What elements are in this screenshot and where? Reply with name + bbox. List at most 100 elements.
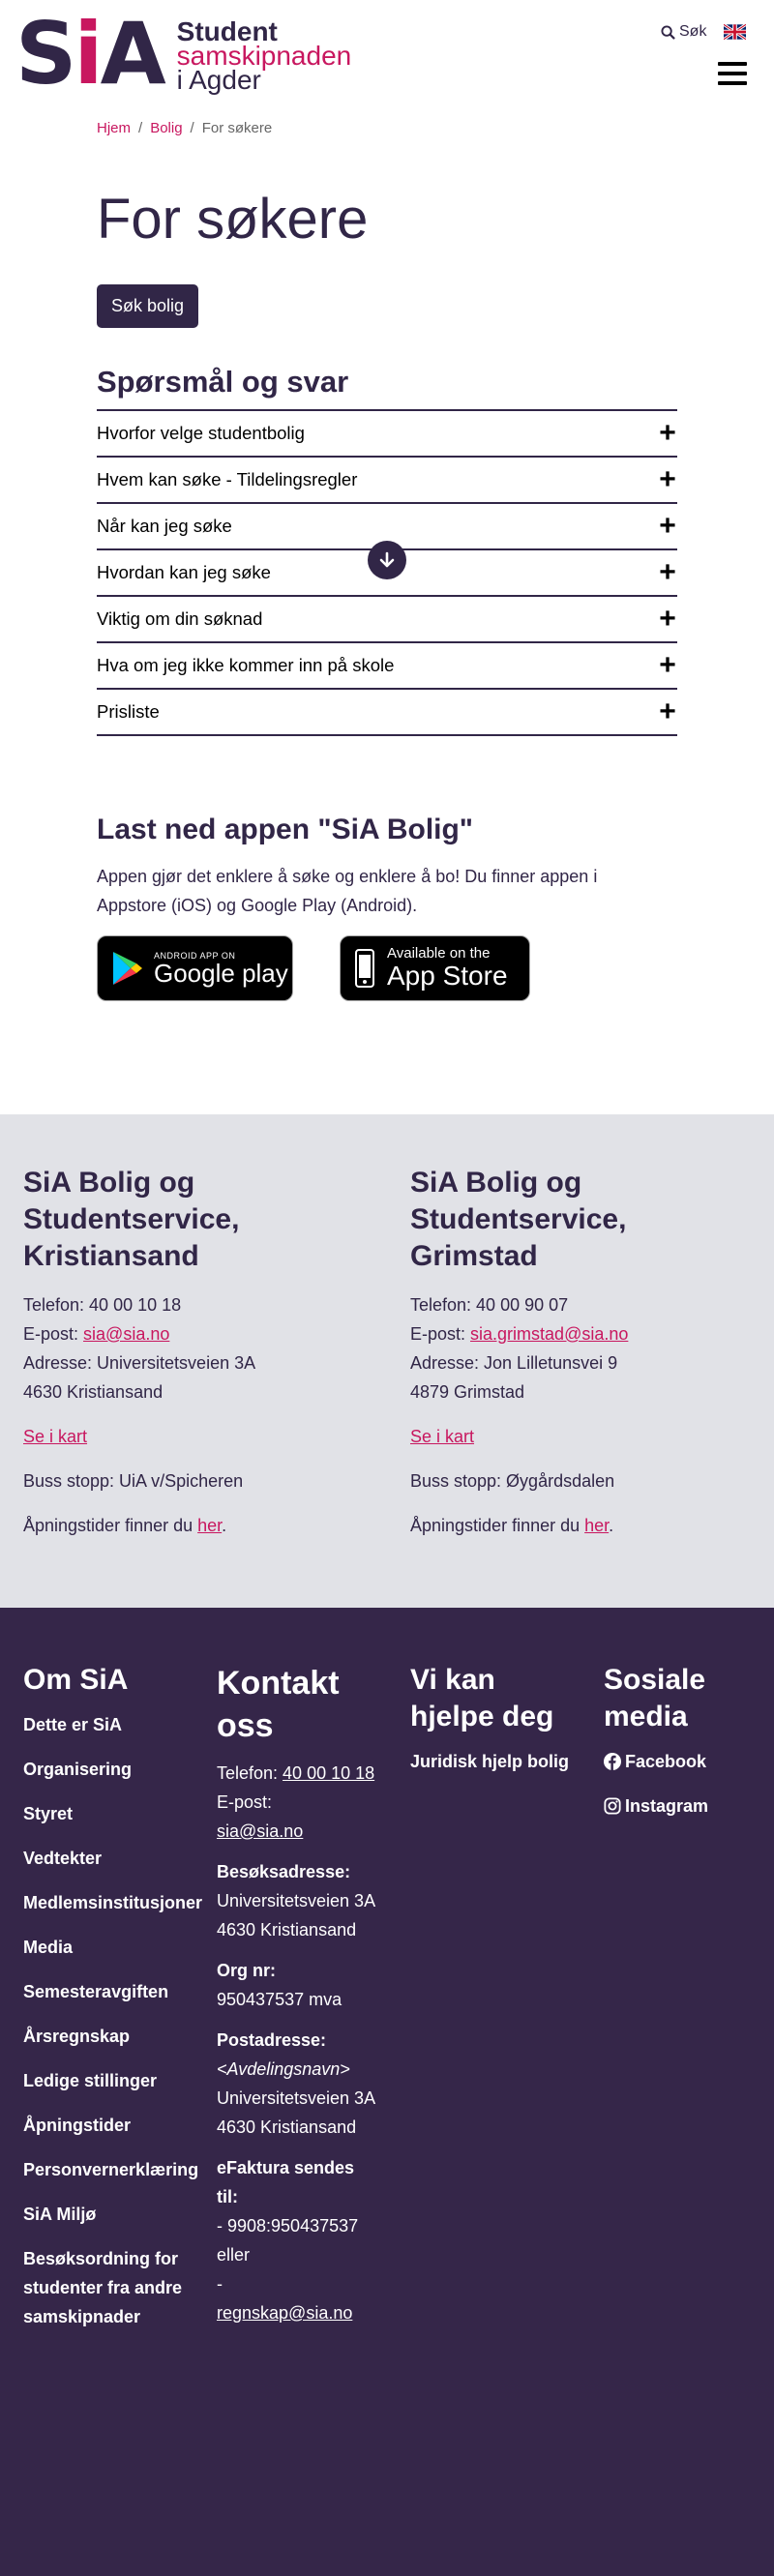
faq-item-label: Hvorfor velge studentbolig (97, 423, 305, 443)
footer-email-link[interactable]: sia@sia.no (217, 1821, 303, 1841)
hours-end: . (222, 1516, 227, 1535)
app-section-title: Last ned appen "SiA Bolig" (97, 814, 474, 845)
office-postal: 4879 Grimstad (410, 1382, 525, 1402)
office-email-link[interactable]: sia@sia.no (83, 1324, 169, 1344)
faq-item-label: Hvordan kan jeg søke (97, 562, 271, 582)
footer-about-title: Om SiA (23, 1664, 129, 1696)
breadcrumb-current: For søkere (201, 120, 273, 136)
search-icon (661, 24, 675, 40)
footer-link-jobs[interactable]: Ledige stillinger (23, 2066, 184, 2095)
map-link[interactable]: Se i kart (410, 1427, 474, 1446)
footer-contact-title: Kontakt oss (217, 1665, 340, 1744)
footer-post-label: Postadresse: (217, 2030, 327, 2050)
footer-einvoice-id: - 9908:950437537 eller (217, 2216, 359, 2265)
office-postal: 4630 Kristiansand (23, 1382, 164, 1402)
breadcrumb-separator: / (138, 120, 143, 136)
footer-email-label: E-post: (217, 1792, 273, 1812)
instagram-link[interactable]: Instagram (604, 1791, 764, 1821)
breadcrumb: Hjem / Bolig / For søkere (97, 108, 677, 136)
faq-item-who[interactable]: Hvem kan søke - Tildelingsregler + (97, 458, 677, 504)
faq-item-label: Hva om jeg ikke kommer inn på skole (97, 655, 395, 675)
facebook-link[interactable]: Facebook (604, 1747, 764, 1776)
footer-link-board[interactable]: Styret (23, 1799, 184, 1828)
footer-visit-postal: 4630 Kristiansand (217, 1920, 357, 1939)
app-badges: ANDROID APP ON Google play Available on … (97, 935, 677, 1001)
footer-link-about[interactable]: Dette er SiA (23, 1710, 184, 1739)
hours-link[interactable]: her (584, 1516, 609, 1535)
logo-text: Student samskipnaden i Agder (176, 17, 352, 95)
faq-item-label: Prisliste (97, 701, 160, 722)
footer-einvoice-email[interactable]: regnskap@sia.no (217, 2303, 352, 2323)
page-title: For søkere (97, 188, 369, 251)
plus-icon: + (659, 417, 676, 449)
footer-phone-link[interactable]: 40 00 10 18 (283, 1763, 374, 1783)
footer-einvoice-dash: - (217, 2274, 223, 2294)
app-store-small-text: Available on the (387, 945, 491, 962)
office-email-label: E-post: (23, 1324, 84, 1344)
faq-item-label: Viktig om din søknad (97, 608, 263, 629)
footer-link-statutes[interactable]: Vedtekter (23, 1844, 184, 1873)
arrow-down-icon (379, 551, 395, 568)
faq-accordion: Hvorfor velge studentbolig + Hvem kan søk… (97, 409, 677, 736)
hours-link[interactable]: her (197, 1516, 222, 1535)
footer-org-label: Org nr: (217, 1961, 276, 1980)
plus-icon: + (659, 510, 676, 542)
footer-help-column: Vi kan hjelpe deg Juridisk hjelp bolig (387, 1662, 580, 2576)
office-info-section: SiA Bolig og Studentservice, Kristiansan… (0, 1114, 774, 1608)
footer-link-member-institutions[interactable]: Medlemsinstitusjoner (23, 1888, 202, 1917)
search-link[interactable]: Søk (661, 23, 706, 41)
faq-item-label: Hvem kan søke - Tildelingsregler (97, 469, 358, 489)
hours-text: Åpningstider finner du (410, 1516, 585, 1535)
footer-link-legal-help[interactable]: Juridisk hjelp bolig (410, 1747, 571, 1776)
office-address: Adresse: Universitetsveien 3A (23, 1353, 256, 1373)
sia-logo[interactable]: SiA Student samskipnaden i Agder (15, 4, 352, 104)
faq-title: Spørsmål og svar (97, 365, 349, 399)
footer-link-visit-scheme[interactable]: Besøksordning for studenter fra andre sa… (23, 2244, 184, 2331)
faq-item-no-school[interactable]: Hva om jeg ikke kommer inn på skole + (97, 643, 677, 690)
iphone-icon (355, 949, 374, 988)
breadcrumb-home[interactable]: Hjem (97, 120, 131, 136)
footer-link-organisation[interactable]: Organisering (23, 1755, 184, 1784)
plus-icon: + (659, 463, 676, 495)
footer-visit-label: Besøksadresse: (217, 1862, 351, 1881)
office-bus-stop: Buss stopp: Øygårdsdalen (410, 1471, 615, 1491)
google-play-badge[interactable]: ANDROID APP ON Google play (97, 935, 293, 1001)
faq-item-prices[interactable]: Prisliste + (97, 690, 677, 736)
footer-einvoice-label: eFaktura sendes til: (217, 2158, 355, 2206)
office-phone: Telefon: 40 00 90 07 (410, 1295, 569, 1315)
footer-visit-address: Universitetsveien 3A (217, 1891, 376, 1910)
apply-housing-button[interactable]: Søk bolig (97, 284, 199, 328)
plus-icon: + (659, 603, 676, 635)
footer-link-opening-hours[interactable]: Åpningstider (23, 2111, 184, 2140)
footer-link-media[interactable]: Media (23, 1933, 184, 1962)
menu-icon[interactable] (718, 62, 747, 85)
office-email-link[interactable]: sia.grimstad@sia.no (470, 1324, 628, 1344)
scroll-down-button[interactable] (368, 541, 406, 579)
map-link[interactable]: Se i kart (23, 1427, 87, 1446)
footer-link-sia-miljo[interactable]: SiA Miljø (23, 2200, 184, 2229)
footer-help-title: Vi kan hjelpe deg (410, 1664, 554, 1732)
footer-post-dept: <Avdelingsnavn> (217, 2059, 350, 2079)
office-kristiansand: SiA Bolig og Studentservice, Kristiansan… (0, 1114, 387, 1608)
footer-link-annual-accounts[interactable]: Årsregnskap (23, 2022, 184, 2051)
footer-link-semester-fee[interactable]: Semesteravgiften (23, 1977, 184, 2006)
footer-post-address: Universitetsveien 3A (217, 2088, 376, 2108)
footer-org-number: 950437537 mva (217, 1990, 342, 2009)
faq-item-label: Når kan jeg søke (97, 516, 232, 536)
english-flag-icon[interactable] (724, 24, 746, 40)
faq-item-why[interactable]: Hvorfor velge studentbolig + (97, 411, 677, 458)
logo-mark: SiA (15, 4, 166, 104)
breadcrumb-separator: / (190, 120, 194, 136)
app-store-badge[interactable]: Available on the App Store (340, 935, 530, 1001)
app-store-text: App Store (387, 961, 508, 991)
footer-link-privacy[interactable]: Personvernerklæring (23, 2155, 198, 2184)
app-description: Appen gjør det enklere å søke og enklere… (97, 867, 598, 915)
breadcrumb-bolig[interactable]: Bolig (150, 120, 182, 136)
google-play-text: Google play (154, 959, 288, 988)
logo-line-3: i Agder (176, 65, 261, 95)
faq-item-important[interactable]: Viktig om din søknad + (97, 597, 677, 643)
office-title: SiA Bolig og Studentservice, Kristiansan… (23, 1167, 240, 1272)
instagram-label: Instagram (625, 1796, 709, 1816)
office-title: SiA Bolig og Studentservice, Grimstad (410, 1167, 627, 1272)
office-bus-stop: Buss stopp: UiA v/Spicheren (23, 1471, 244, 1491)
